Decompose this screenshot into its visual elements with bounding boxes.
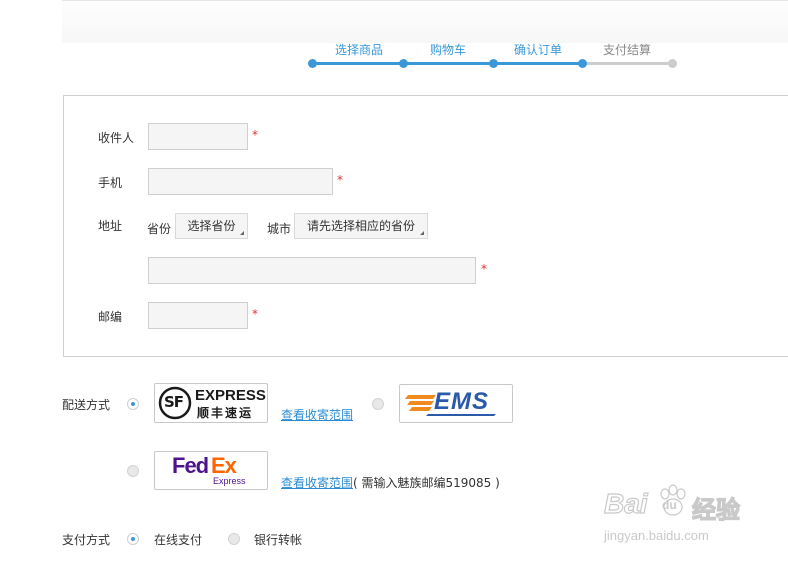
step-dot-2 [399, 59, 408, 68]
city-select[interactable]: 请先选择相应的省份 [294, 213, 428, 239]
zip-required-mark: * [252, 307, 258, 321]
payment-label: 支付方式 [62, 533, 111, 547]
step-dot-3 [489, 59, 498, 68]
step-dot-4 [578, 59, 587, 68]
step-dot-1 [308, 59, 317, 68]
select-resize-icon [240, 231, 244, 235]
step-line-1 [316, 62, 404, 65]
step-2-label: 购物车 [430, 43, 467, 57]
step-line-2 [404, 62, 494, 65]
receiver-required-mark: * [252, 128, 258, 142]
step-dot-5 [668, 59, 677, 68]
sf-coverage-link[interactable]: 查看收寄范围 [281, 406, 353, 423]
phone-required-mark: * [337, 173, 343, 187]
step-4-label: 支付结算 [603, 43, 652, 57]
phone-input[interactable] [148, 168, 333, 195]
step-line-3 [494, 62, 582, 65]
watermark-brand-a: Bai [603, 487, 648, 519]
city-select-value: 请先选择相应的省份 [306, 219, 415, 233]
watermark-brand-b: du [662, 498, 677, 512]
step-3-label: 确认订单 [514, 43, 563, 57]
fedex-note: ( 需输入魅族邮编519085 ) [353, 476, 500, 490]
province-label: 省份 [147, 222, 172, 236]
step-line-4 [582, 62, 672, 65]
fedex-express-text: Express [213, 476, 246, 486]
fedex-logo[interactable]: Fed Ex Express [154, 451, 268, 490]
fedex-fed-text: Fed [172, 453, 209, 478]
select-resize-icon [420, 231, 424, 235]
ems-text: EMS [434, 388, 490, 415]
address-detail-input[interactable] [148, 257, 476, 284]
sf-cn-text: 顺丰速运 [197, 406, 254, 420]
sf-express-logo[interactable]: SF EXPRESS 顺丰速运 [154, 383, 268, 423]
ems-logo[interactable]: EMS [399, 384, 513, 423]
address-label: 地址 [98, 219, 123, 233]
address-required-mark: * [481, 262, 487, 276]
zip-label: 邮编 [98, 310, 123, 324]
watermark-brand-cn: 经验 [691, 495, 740, 524]
receiver-label: 收件人 [98, 131, 135, 145]
payment-radio-bank[interactable] [228, 533, 240, 545]
sf-express-text: EXPRESS [195, 387, 266, 404]
shipping-radio-ems[interactable] [372, 398, 384, 410]
city-label: 城市 [267, 222, 292, 236]
province-select[interactable]: 选择省份 [175, 213, 248, 239]
phone-label: 手机 [98, 176, 123, 190]
checkout-steps: 选择商品 购物车 确认订单 支付结算 [0, 0, 788, 80]
zip-input[interactable] [148, 302, 248, 329]
payment-bank-label[interactable]: 银行转帐 [254, 531, 302, 548]
shipping-radio-sf[interactable] [127, 398, 139, 410]
province-select-value: 选择省份 [187, 219, 236, 233]
receiver-input[interactable] [148, 123, 248, 150]
watermark-url: jingyan.baidu.com [604, 528, 709, 543]
step-1-label: 选择商品 [335, 43, 384, 57]
payment-online-label[interactable]: 在线支付 [154, 531, 202, 548]
baidu-watermark: Bai du 经验 jingyan.baidu.com [600, 478, 780, 548]
sf-badge-text: SF [164, 393, 184, 411]
shipping-label: 配送方式 [62, 398, 111, 412]
payment-radio-online[interactable] [127, 533, 139, 545]
shipping-radio-fedex[interactable] [127, 465, 139, 477]
fedex-coverage-link[interactable]: 查看收寄范围 [281, 474, 353, 491]
